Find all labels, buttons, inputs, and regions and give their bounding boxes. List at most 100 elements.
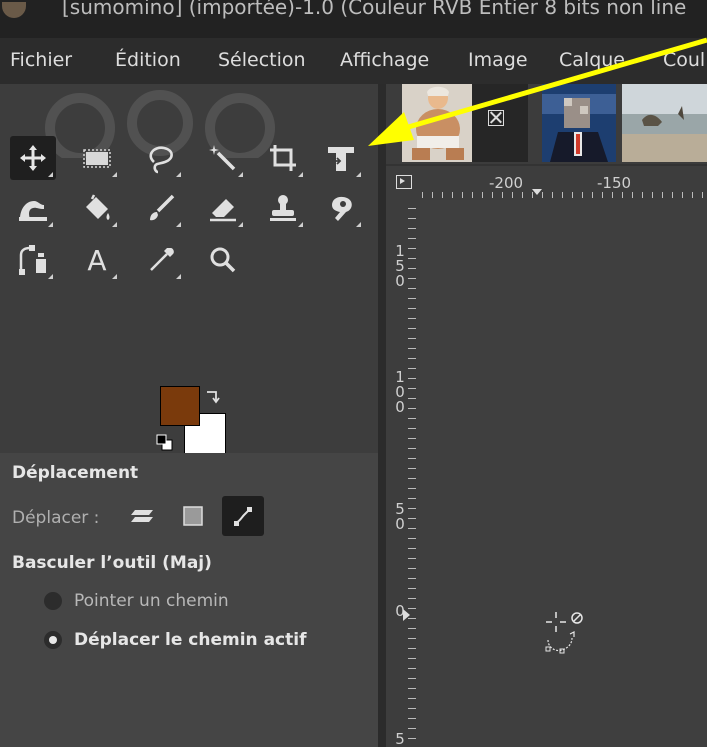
ruler-tick [642, 192, 643, 198]
ruler-tick [452, 192, 453, 198]
ruler-tick [632, 192, 633, 198]
ruler-tick [408, 348, 416, 349]
menu-bar: Fichier Édition Sélection Affichage Imag… [0, 38, 707, 84]
ruler-tick [408, 628, 416, 629]
text-tool-button[interactable]: A [74, 238, 120, 282]
radio-button-checked[interactable] [44, 631, 62, 649]
paths-tool-button[interactable] [10, 238, 56, 282]
rect-select-tool-button[interactable] [74, 136, 120, 180]
unified-transform-tool-button[interactable] [318, 136, 364, 180]
swap-colors-icon[interactable] [204, 388, 222, 406]
menu-selection[interactable]: Sélection [218, 49, 306, 71]
ruler-tick [408, 218, 416, 219]
ruler-label: 5 [395, 730, 405, 747]
menu-affichage[interactable]: Affichage [340, 49, 429, 71]
menu-edition[interactable]: Édition [115, 49, 181, 71]
ruler-label: -150 [597, 174, 632, 192]
ruler-tick [592, 192, 593, 198]
paintbrush-tool-button[interactable] [138, 186, 184, 230]
menu-fichier[interactable]: Fichier [10, 49, 72, 71]
move-selection-button[interactable] [172, 496, 214, 536]
smudge-tool-button[interactable] [318, 186, 364, 230]
foreground-color-swatch[interactable] [160, 386, 200, 426]
ruler-tick [522, 192, 523, 198]
menu-calque[interactable]: Calque [559, 49, 625, 71]
free-select-tool-button[interactable] [138, 136, 184, 180]
radio-label: Déplacer le chemin actif [74, 630, 307, 650]
toolbox-dock: A Déplacement Déplacer: Basculer l’outi… [0, 84, 378, 747]
ruler-tick [662, 192, 663, 198]
horizontal-ruler[interactable]: -200 -150 [386, 164, 707, 200]
paths-icon [19, 245, 46, 275]
ruler-tick [408, 258, 416, 259]
selection-icon [183, 506, 203, 526]
dock-separator[interactable] [378, 84, 386, 747]
move-layer-button[interactable] [122, 496, 164, 536]
ruler-tick [408, 708, 416, 709]
radio-button[interactable] [44, 592, 62, 610]
ruler-tick [408, 298, 416, 299]
ruler-tick [408, 618, 416, 619]
color-picker-tool-button[interactable] [138, 238, 184, 282]
ruler-tick [408, 448, 416, 449]
ruler-tick [408, 418, 416, 419]
crop-icon [270, 145, 296, 171]
bucket-fill-tool-button[interactable] [74, 186, 120, 230]
close-image-tab-icon[interactable] [488, 110, 504, 126]
brush-icon [150, 194, 175, 221]
image-tab-bar [386, 84, 707, 164]
ruler-tick [408, 228, 416, 229]
ruler-tick [472, 192, 473, 198]
sumo-thumbnail-icon [402, 84, 472, 162]
navigation-menu-icon[interactable] [396, 175, 412, 189]
text-icon: A [87, 243, 107, 277]
tool-options-panel: Déplacement Déplacer : Basculer l’outil … [0, 453, 378, 747]
image-tab-close-area[interactable] [472, 84, 528, 162]
menu-image[interactable]: Image [468, 49, 528, 71]
ruler-tick [432, 192, 433, 198]
ruler-tick [408, 548, 416, 549]
eraser-icon [210, 199, 236, 222]
warp-icon [19, 201, 47, 221]
image-tab-thumbnail-2[interactable] [542, 84, 616, 162]
ruler-tick [442, 192, 443, 198]
ruler-tick [408, 518, 416, 519]
ruler-tick [408, 338, 416, 339]
ruler-tick [602, 192, 603, 198]
fuzzy-select-tool-button[interactable] [200, 136, 246, 180]
move-tool-button[interactable] [10, 136, 56, 180]
ruler-tick [408, 208, 416, 209]
ruler-tick [408, 508, 416, 509]
zoom-tool-button[interactable] [200, 238, 246, 282]
ruler-tick [572, 192, 573, 198]
eraser-tool-button[interactable] [200, 186, 246, 230]
ruler-tick [622, 192, 623, 198]
ruler-tick [492, 192, 493, 198]
ruler-tick [408, 488, 416, 489]
radio-move-active-path[interactable]: Déplacer le chemin actif [44, 630, 306, 650]
ruler-label: 1 5 0 [395, 242, 405, 290]
default-colors-icon[interactable] [156, 434, 174, 452]
ruler-tick [408, 238, 416, 239]
radio-pick-path[interactable]: Pointer un chemin [44, 591, 229, 611]
ruler-tick [408, 528, 416, 529]
menu-couleurs[interactable]: Coul [663, 49, 705, 71]
warp-tool-button[interactable] [10, 186, 56, 230]
ruler-label: -200 [489, 174, 524, 192]
image-tab-thumbnail[interactable] [402, 84, 472, 162]
image-canvas[interactable] [420, 200, 707, 747]
ruler-tick [408, 388, 416, 389]
ruler-tick [672, 192, 673, 198]
move-path-button[interactable] [222, 496, 264, 536]
clone-tool-button[interactable] [260, 186, 306, 230]
ruler-tick [652, 192, 653, 198]
image-tab-thumbnail-3[interactable] [622, 84, 707, 162]
ruler-tick [422, 192, 423, 198]
vertical-ruler[interactable]: 1 5 0 1 0 0 5 0 0 5 [386, 200, 420, 747]
ruler-tick [532, 192, 533, 198]
ruler-tick [408, 478, 416, 479]
ruler-tick [408, 358, 416, 359]
crop-tool-button[interactable] [260, 136, 306, 180]
ruler-label: 5 0 [395, 500, 405, 533]
ruler-tick [408, 398, 416, 399]
